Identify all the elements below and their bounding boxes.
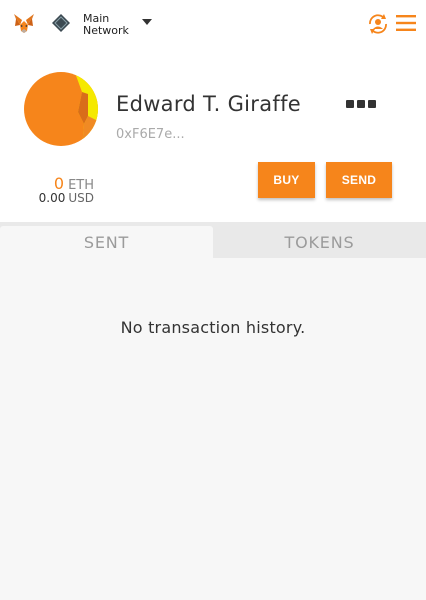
chevron-down-icon[interactable] <box>142 19 152 25</box>
network-selector[interactable]: Main Network <box>83 13 129 37</box>
tab-tokens[interactable]: TOKENS <box>213 226 426 258</box>
network-diamond-icon[interactable] <box>51 13 71 33</box>
more-dots-icon[interactable] <box>346 96 378 112</box>
account-name: Edward T. Giraffe <box>116 92 302 116</box>
usd-balance: 0.00 USD <box>20 191 94 205</box>
usd-balance-amount: 0.00 <box>38 191 66 205</box>
send-button[interactable]: SEND <box>326 162 392 198</box>
account-address[interactable]: 0xF6E7e... <box>116 127 185 142</box>
tab-sent[interactable]: SENT <box>0 226 213 258</box>
buy-button[interactable]: BUY <box>258 162 315 198</box>
account-switch-icon[interactable] <box>366 12 390 36</box>
empty-transactions-message: No transaction history. <box>120 318 306 337</box>
app-header: Main Network <box>0 0 426 46</box>
hamburger-menu-icon[interactable] <box>396 14 416 32</box>
avatar[interactable] <box>24 72 98 146</box>
usd-balance-unit: USD <box>68 191 94 205</box>
metamask-fox-icon[interactable] <box>12 11 36 35</box>
tab-bar: SENT TOKENS <box>0 222 426 258</box>
network-label-line2: Network <box>83 24 129 37</box>
account-panel: Edward T. Giraffe 0xF6E7e... 0 ETH 0.00 US… <box>0 46 426 222</box>
